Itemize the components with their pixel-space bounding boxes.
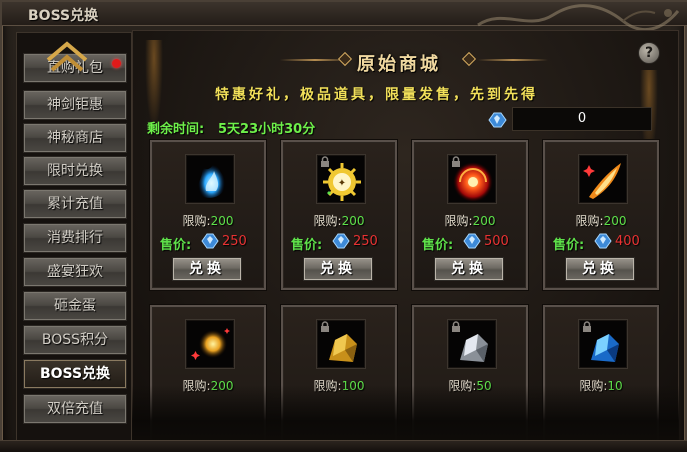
boss-token-icon [201,233,219,249]
fire-blade-icon [583,163,621,199]
shop-slogan: 特惠好礼，极品道具，限量发售，先到先得 [215,87,538,103]
sidebar-item-sword-deal[interactable]: 神剑钜惠 [23,90,127,120]
lock-icon [321,321,329,332]
sidebar-item-label: 神秘商店 [47,130,103,146]
item-icon-slot[interactable] [447,319,497,369]
balance-display: 0 [512,107,652,131]
sidebar-item-label: 累计充值 [47,196,103,212]
price-label: 售价: [160,238,192,253]
sidebar-item-mystery-shop[interactable]: 神秘商店 [23,123,127,153]
exchange-button[interactable]: 兑换 [172,257,242,281]
purchase-limit: 限购:200 [444,214,496,228]
blue-flame-icon [198,161,225,198]
lock-icon [452,156,460,167]
price-row: 售价: 250 [291,232,395,253]
sidebar-item-boss-exchange[interactable]: BOSS兑换 [23,359,127,389]
item-card: 限购:200 售价: 400 兑换 [543,140,659,290]
svg-text:✦: ✦ [338,178,346,189]
price-row: 售价: 250 [160,232,264,253]
sidebar-item-label: BOSS积分 [41,332,109,348]
chevron-up-icon[interactable] [44,38,90,78]
purchase-limit: 限购:200 [182,214,234,228]
item-icon-slot[interactable] [316,319,366,369]
price-row: 售价: 400 [553,232,657,253]
lock-icon [321,156,329,167]
sidebar-item-label: 盛宴狂欢 [47,264,103,280]
exchange-button[interactable]: 兑换 [434,257,504,281]
sidebar-item-boss-points[interactable]: BOSS积分 [23,325,127,355]
sidebar-item-label: 消费排行 [47,230,103,246]
sidebar-item-feast-carnival[interactable]: 盛宴狂欢 [23,257,127,287]
torch-glow [145,40,163,130]
time-remaining-value: 5天23小时30分 [218,122,316,137]
gold-sparkle-icon [191,328,230,360]
sidebar-item-spending-rank[interactable]: 消费排行 [23,223,127,253]
item-icon-slot[interactable] [447,154,497,204]
time-remaining-label: 剩余时间: [147,122,205,137]
item-card: ✦ 限购:200 售价: 250 兑换 [281,140,397,290]
price-label: 售价: [422,238,454,253]
lock-icon [583,321,591,332]
boss-token-icon [463,233,481,249]
scroll-fade [132,385,679,445]
item-icon-slot[interactable] [578,154,628,204]
window-title: BOSS兑换 [28,8,99,24]
item-icon-slot[interactable]: ✦ [316,154,366,204]
exchange-button[interactable]: 兑换 [303,257,373,281]
window-bottom-border [0,440,687,452]
notification-dot [112,59,121,68]
sidebar-item-label: 神剑钜惠 [47,97,103,113]
item-card: 限购:200 售价: 500 兑换 [412,140,528,290]
sidebar-item-label: 限时兑换 [47,163,103,179]
price-value: 250 [222,234,247,249]
purchase-limit: 限购:200 [313,214,365,228]
title-ornament-right [478,59,548,61]
purchase-limit: 限购:200 [575,214,627,228]
price-value: 250 [353,234,378,249]
item-icon-slot[interactable] [185,319,235,369]
lock-icon [452,321,460,332]
item-card: 限购:200 售价: 250 兑换 [150,140,266,290]
dragon-ornament-icon [477,4,680,32]
price-row: 售价: 500 [422,232,526,253]
sidebar-item-label: 双倍充值 [47,401,103,417]
price-value: 400 [615,234,640,249]
sidebar: 直购礼包 神剑钜惠 神秘商店 限时兑换 累计充值 消费排行 盛宴狂欢 砸金蛋 B… [16,32,132,444]
sidebar-item-label: BOSS兑换 [39,366,111,382]
help-button[interactable]: ? [638,42,660,64]
boss-token-icon [332,233,350,249]
boss-token-icon [594,233,612,249]
sidebar-item-label: 砸金蛋 [54,298,96,314]
boss-token-icon [488,112,507,128]
sidebar-item-double-recharge[interactable]: 双倍充值 [23,394,127,424]
price-label: 售价: [553,238,585,253]
item-icon-slot[interactable] [578,319,628,369]
item-icon-slot[interactable] [185,154,235,204]
sidebar-item-cumulative-recharge[interactable]: 累计充值 [23,189,127,219]
sidebar-item-limited-exchange[interactable]: 限时兑换 [23,156,127,186]
price-label: 售价: [291,238,323,253]
price-value: 500 [484,234,509,249]
sidebar-item-golden-egg[interactable]: 砸金蛋 [23,291,127,321]
exchange-button[interactable]: 兑换 [565,257,635,281]
title-bar[interactable]: BOSS兑换 [2,2,687,32]
shop-title: 原始商城 [357,54,441,75]
